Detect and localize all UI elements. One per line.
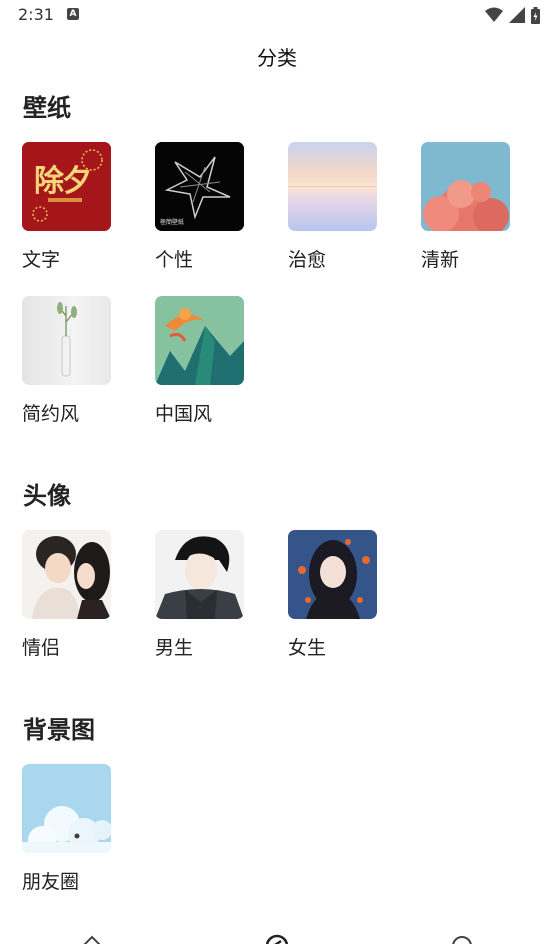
category-thumb: 極簡壁紙 xyxy=(155,142,244,231)
home-icon[interactable] xyxy=(80,934,104,944)
compass-icon[interactable] xyxy=(265,934,289,944)
bottom-nav xyxy=(0,926,554,944)
category-item-boy[interactable]: 男生 xyxy=(155,530,245,660)
category-label: 治愈 xyxy=(288,249,327,271)
section-title-wallpaper: 壁纸 xyxy=(23,94,71,122)
category-thumb xyxy=(22,764,111,853)
notification-a-icon: A xyxy=(67,8,79,20)
section-title-avatar: 头像 xyxy=(23,482,71,510)
thumb-chuxi-text: 除夕 xyxy=(34,164,92,199)
category-label: 文字 xyxy=(22,249,61,271)
category-thumb: 除夕 xyxy=(22,142,111,231)
category-item-personality[interactable]: 極簡壁紙 个性 xyxy=(155,142,245,272)
category-label: 男生 xyxy=(155,637,194,659)
category-item-moments[interactable]: 朋友圈 xyxy=(22,764,112,894)
category-label: 个性 xyxy=(155,249,194,271)
wifi-icon xyxy=(485,7,503,22)
thumb-caption: 極簡壁紙 xyxy=(160,219,185,226)
category-item-fresh[interactable]: 清新 xyxy=(421,142,511,272)
battery-icon xyxy=(531,6,540,24)
category-item-healing[interactable]: 治愈 xyxy=(288,142,378,272)
category-label: 简约风 xyxy=(22,403,80,425)
signal-icon xyxy=(509,7,525,23)
category-thumb xyxy=(22,530,111,619)
status-icons xyxy=(485,6,540,24)
status-time: 2:31 xyxy=(18,5,54,24)
category-thumb xyxy=(288,530,377,619)
category-label: 清新 xyxy=(421,249,460,271)
category-thumb xyxy=(421,142,510,231)
category-item-chinese-style[interactable]: 中国风 xyxy=(155,296,245,426)
category-item-text[interactable]: 除夕 文字 xyxy=(22,142,112,272)
category-thumb xyxy=(22,296,111,385)
category-item-couple[interactable]: 情侣 xyxy=(22,530,112,660)
status-bar: 2:31 A xyxy=(0,0,554,30)
category-item-minimal[interactable]: 简约风 xyxy=(22,296,112,426)
section-title-background: 背景图 xyxy=(23,716,95,744)
category-label: 中国风 xyxy=(155,403,213,425)
page-title: 分类 xyxy=(257,46,297,70)
category-label: 女生 xyxy=(288,637,327,659)
category-thumb xyxy=(155,530,244,619)
profile-icon[interactable] xyxy=(450,934,474,944)
category-thumb xyxy=(155,296,244,385)
category-label: 朋友圈 xyxy=(22,871,80,893)
category-label: 情侣 xyxy=(22,637,61,659)
category-thumb xyxy=(288,142,377,231)
category-item-girl[interactable]: 女生 xyxy=(288,530,378,660)
